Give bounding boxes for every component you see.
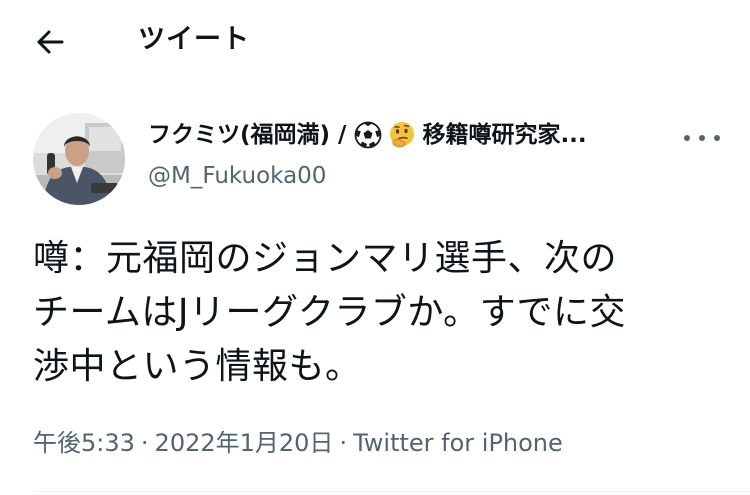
meta-separator: ·: [140, 429, 149, 457]
page-title: ツイート: [138, 24, 250, 55]
display-name-part1: フクミツ(福岡満): [148, 122, 331, 148]
back-arrow-icon: [37, 30, 64, 54]
tweet-time[interactable]: 午後5:33: [33, 429, 135, 457]
tweet-date[interactable]: 2022年1月20日: [155, 429, 334, 457]
more-options-button[interactable]: [684, 124, 720, 152]
meta-separator: ·: [339, 429, 348, 457]
soccer-ball-icon: [355, 121, 382, 149]
thinking-face-icon: [390, 122, 415, 148]
more-options-icon-dot: [699, 135, 705, 141]
more-options-icon-dot: [714, 135, 720, 141]
tweet-source[interactable]: Twitter for iPhone: [353, 429, 563, 457]
header-bar: ツイート: [0, 0, 750, 80]
tweet-metadata: 午後5:33 · 2022年1月20日 · Twitter for iPhone: [33, 426, 563, 460]
back-button[interactable]: [30, 22, 70, 62]
user-handle[interactable]: @M_Fukuoka00: [148, 160, 326, 192]
display-name-part2: 移籍噂研究家...: [422, 122, 587, 148]
divider: [33, 491, 750, 492]
more-options-icon: [684, 135, 690, 141]
avatar-photo: [33, 113, 125, 205]
display-name[interactable]: フクミツ(福岡満) / 移籍噂研究家...: [148, 119, 587, 151]
display-name-slash: /: [338, 122, 347, 148]
tweet-text: 噂：元福岡のジョンマリ選手、次の チームはJリーグクラブか。すでに交 渉中という…: [33, 238, 626, 387]
avatar[interactable]: [33, 113, 125, 205]
tweet-detail-page: ツイート フクミツ(福岡満) / 移籍噂研究家... @M_Fukuoka00 …: [0, 0, 750, 495]
